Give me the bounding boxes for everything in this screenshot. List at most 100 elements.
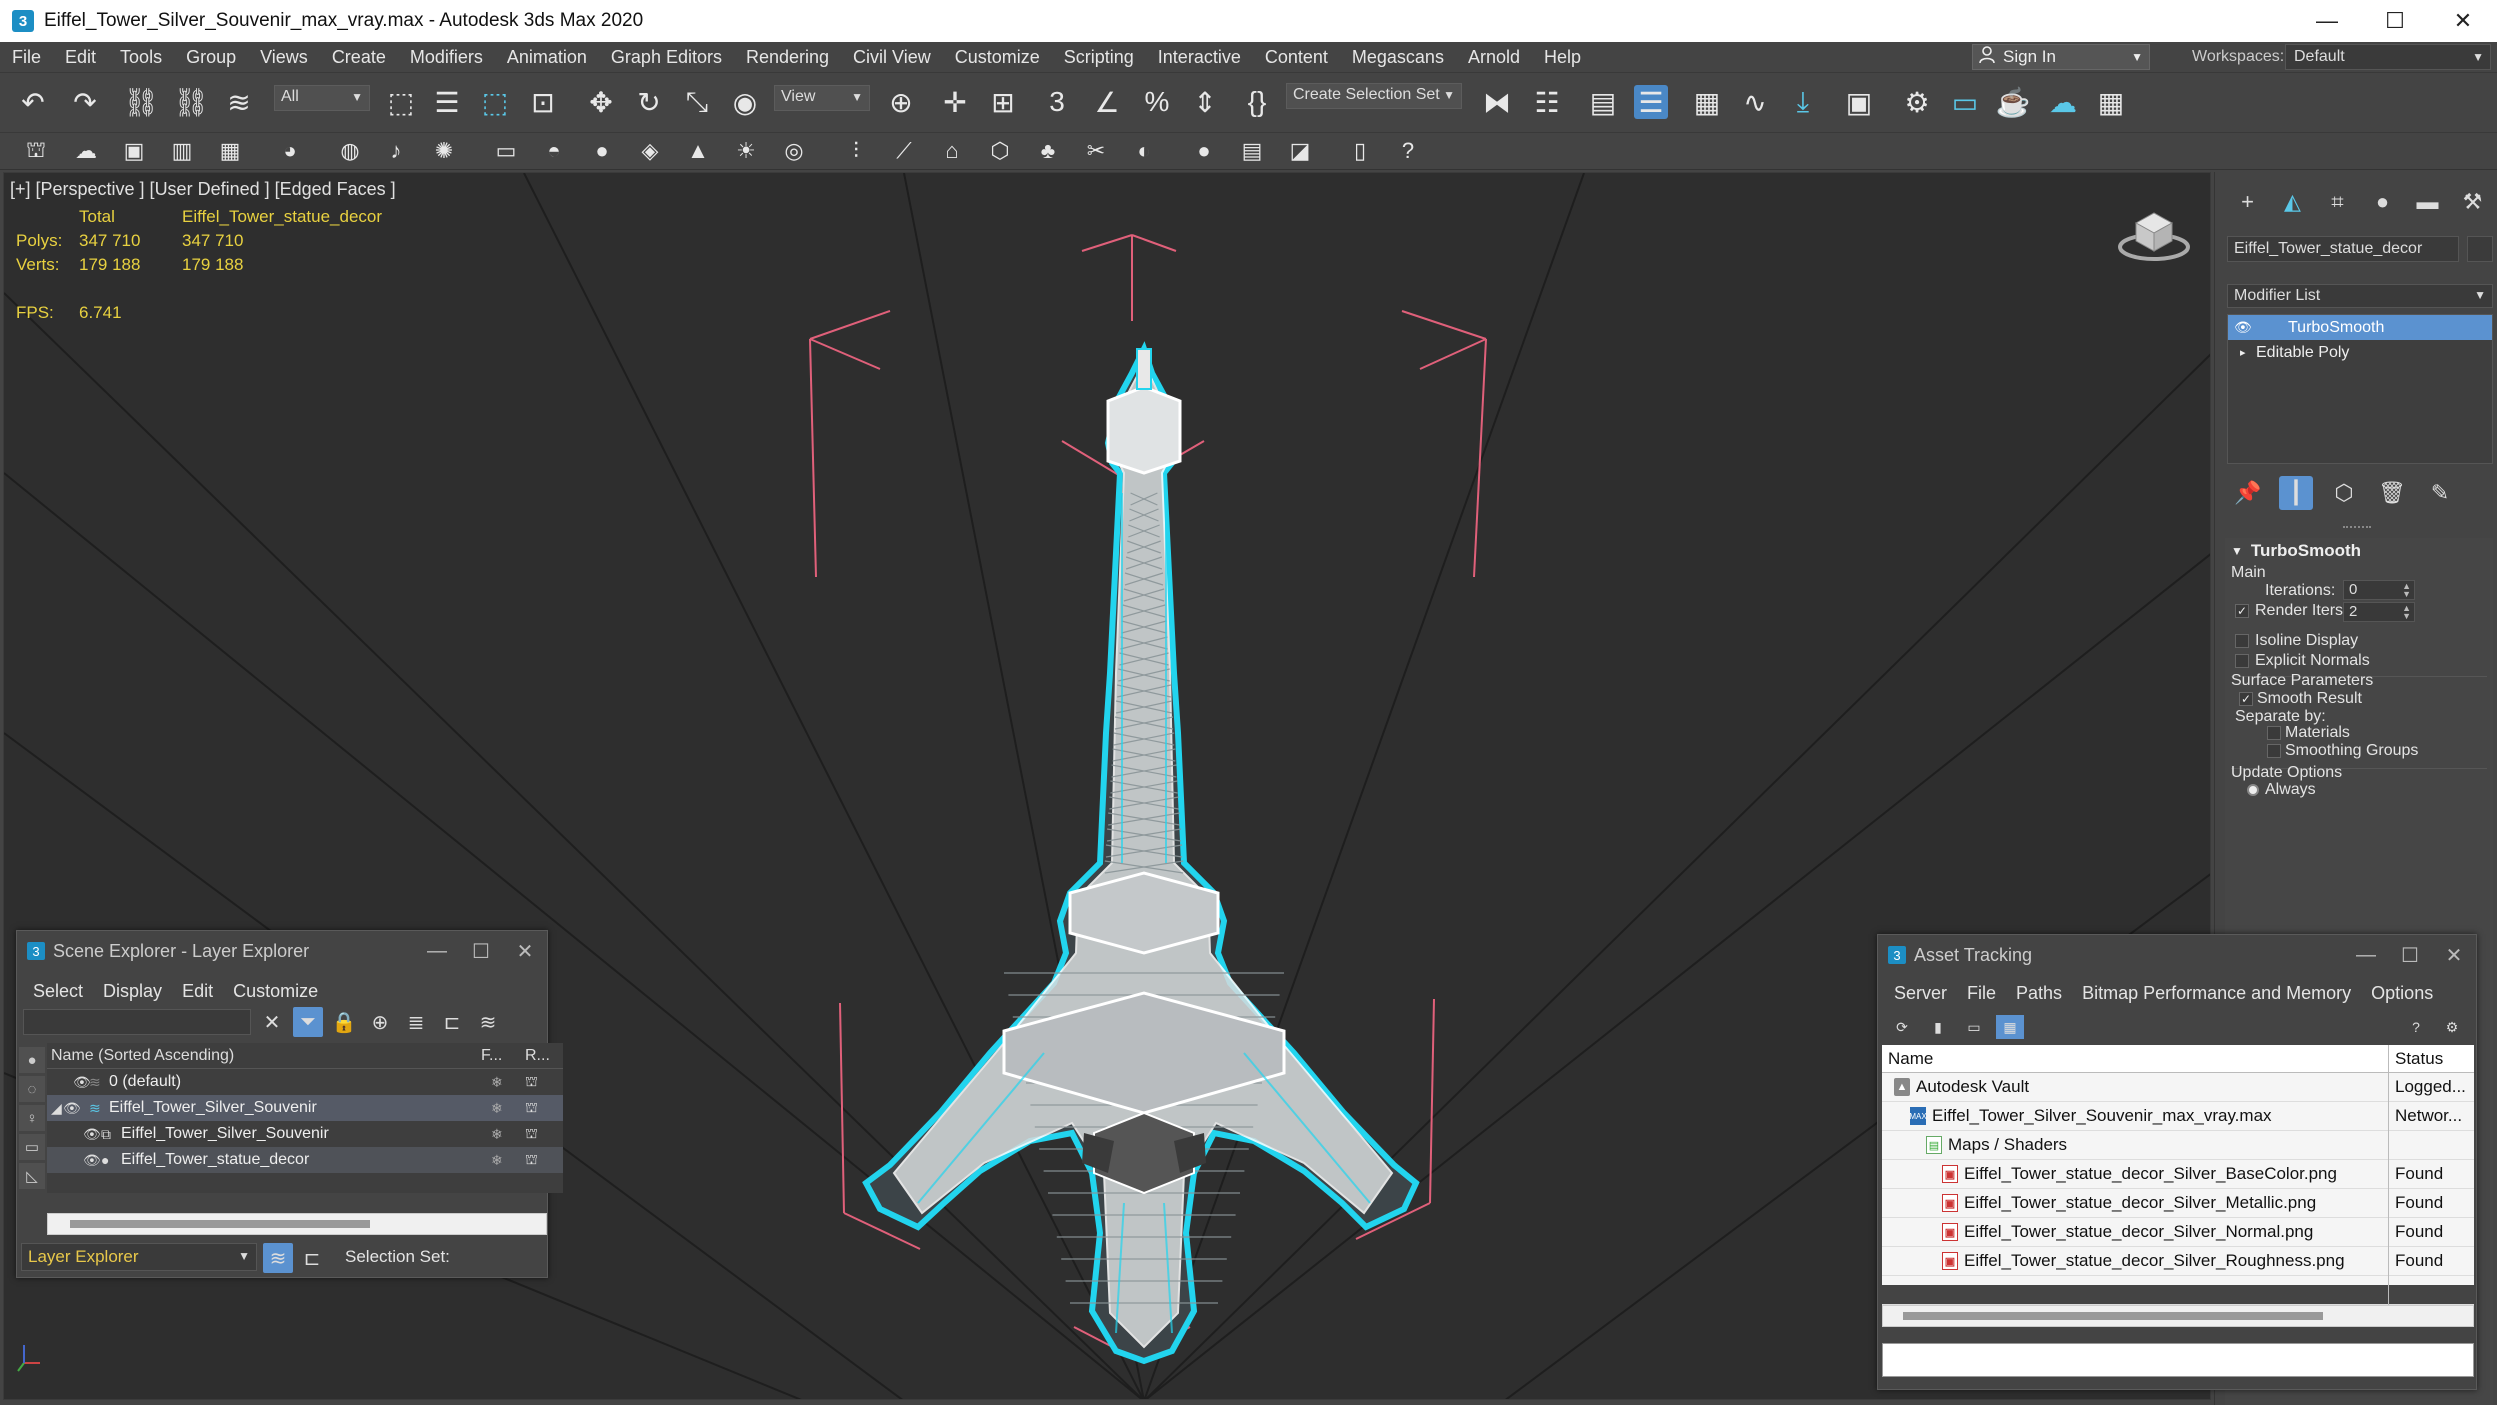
dome-light-icon[interactable]: ◓ [540, 137, 568, 165]
volume-grid-icon[interactable]: ⬡ [986, 137, 1014, 165]
bind-to-space-warp-icon[interactable]: ≋ [222, 85, 256, 119]
scene-explorer-menu-customize[interactable]: Customize [223, 981, 328, 1002]
scene-explorer-search-input[interactable] [23, 1009, 251, 1035]
modifier-list-dropdown[interactable]: Modifier List ▼ [2227, 284, 2493, 308]
select-and-link-icon[interactable]: ⛓ [123, 85, 159, 119]
cloud-icon[interactable]: ☁ [72, 137, 100, 165]
light-icon[interactable]: ◕ [276, 137, 304, 165]
rectangle-light-icon[interactable]: ▭ [492, 137, 520, 165]
render-setup-icon[interactable]: ⚙ [1900, 85, 1934, 119]
tree-row[interactable]: 👁 ≋ 0 (default) ❄ ⛫ [47, 1069, 563, 1095]
panel-splitter[interactable] [2343, 526, 2371, 530]
rectangular-selection-icon[interactable]: ⬚ [478, 85, 512, 119]
menu-arnold[interactable]: Arnold [1456, 47, 1532, 68]
eiffel-tower-model[interactable] [862, 341, 1420, 1365]
vray-decal-icon[interactable]: ◐ [1130, 137, 1158, 165]
close-button[interactable]: ✕ [2432, 935, 2476, 975]
scrollbar-thumb[interactable] [1903, 1312, 2323, 1320]
help-icon[interactable]: ? [1394, 137, 1422, 165]
render-iters-spinner[interactable]: 2 ▲ ▼ [2343, 602, 2415, 622]
hierarchy-icon[interactable]: ⊏ [437, 1007, 467, 1037]
percent-snap-icon[interactable]: % [1140, 85, 1174, 119]
settings-icon[interactable]: ⚙ [2438, 1015, 2466, 1039]
render-column-header[interactable]: R... [525, 1047, 550, 1065]
lister-icon[interactable]: ▯ [1346, 137, 1374, 165]
add-to-layer-icon[interactable]: ≣ [401, 1007, 431, 1037]
scene-explorer-menu-display[interactable]: Display [93, 981, 172, 1002]
undo-icon[interactable]: ↶ [16, 85, 50, 119]
minimize-button[interactable]: — [2293, 0, 2361, 42]
fur-icon[interactable]: ⟋ [890, 137, 918, 165]
display-cameras-icon[interactable]: ▭ [19, 1134, 45, 1160]
help-icon[interactable]: ? [2402, 1015, 2430, 1039]
thumbnail-icon[interactable]: ▭ [1960, 1015, 1988, 1039]
workspaces-dropdown[interactable]: Default ▼ [2285, 44, 2491, 70]
render-teapot-icon[interactable]: ⛫ [525, 1125, 538, 1144]
menu-create[interactable]: Create [320, 47, 398, 68]
pin-stack-icon[interactable]: 📌 [2231, 476, 2265, 510]
menu-views[interactable]: Views [248, 47, 320, 68]
menu-megascans[interactable]: Megascans [1340, 47, 1456, 68]
render-in-cloud-icon[interactable]: ☁ [2046, 85, 2080, 119]
maximize-button[interactable]: ☐ [2361, 0, 2429, 42]
display-shapes-icon[interactable]: ◌ [19, 1076, 45, 1102]
name-column-header[interactable]: Name [1888, 1049, 1933, 1069]
ies-light-icon[interactable]: ▲ [684, 137, 712, 165]
asset-tracking-menu-file[interactable]: File [1957, 983, 2006, 1004]
explicit-normals-checkbox[interactable] [2235, 654, 2249, 668]
expand-arrow-icon[interactable]: ▸ [2240, 346, 2256, 359]
material-ball-icon[interactable]: ● [1190, 137, 1218, 165]
render-production-icon[interactable]: ☕ [1996, 85, 2031, 119]
select-and-manipulate-icon[interactable]: ✛ [938, 85, 972, 119]
freeze-icon[interactable]: ❄ [491, 1152, 503, 1169]
rendered-frame-window-icon[interactable]: ▭ [1948, 85, 1982, 119]
close-button[interactable]: ✕ [503, 931, 547, 971]
maximize-button[interactable]: ☐ [2388, 935, 2432, 975]
asset-row[interactable]: MAX Eiffel_Tower_Silver_Souvenir_max_vray… [1882, 1101, 2474, 1131]
select-object-icon[interactable]: ⬚ [384, 85, 418, 119]
scene-explorer-menu-edit[interactable]: Edit [172, 981, 223, 1002]
asset-tracking-menu-paths[interactable]: Paths [2006, 983, 2072, 1004]
refresh-icon[interactable]: ⟳ [1888, 1015, 1916, 1039]
toggle-layer-explorer-icon[interactable]: ☰ [1634, 85, 1668, 119]
toggle-scene-explorer-icon[interactable]: ▤ [1586, 85, 1620, 119]
asset-tracking-menu-server[interactable]: Server [1884, 983, 1957, 1004]
tree-row[interactable]: 👁 ⧉ Eiffel_Tower_Silver_Souvenir ❄ ⛫ [47, 1121, 563, 1147]
scene-explorer-menu-select[interactable]: Select [23, 981, 93, 1002]
asset-row[interactable]: ▣ Eiffel_Tower_statue_decor_Silver_Metall… [1882, 1188, 2474, 1218]
smoothing-groups-checkbox[interactable] [2267, 744, 2281, 758]
render-teapot-icon[interactable]: ⛫ [525, 1099, 538, 1118]
vray-scene-icon[interactable]: ♣ [1034, 137, 1062, 165]
render-teapot-icon[interactable]: ⛫ [525, 1073, 538, 1092]
sun-light-icon[interactable]: ☀ [732, 137, 760, 165]
teapot-icon[interactable]: ⛫ [22, 137, 50, 165]
menu-animation[interactable]: Animation [495, 47, 599, 68]
smooth-result-checkbox[interactable]: ✓ [2239, 692, 2253, 706]
stack-item-turbosmooth[interactable]: 👁 TurboSmooth [2228, 315, 2492, 340]
horizontal-scrollbar[interactable] [47, 1213, 547, 1235]
display-tab-icon[interactable]: ▬ [2405, 186, 2450, 218]
material-editor-icon[interactable]: ▣ [1842, 85, 1876, 119]
tree-row[interactable]: ◢ 👁 ≋ Eiffel_Tower_Silver_Souvenir ❄ ⛫ [47, 1095, 563, 1121]
name-column-header[interactable]: Name (Sorted Ascending) [51, 1047, 234, 1065]
keyboard-shortcut-override-icon[interactable]: ⊞ [986, 85, 1020, 119]
viewport-label-menu[interactable]: [+] [Perspective ] [User Defined ] [Edge… [10, 179, 396, 200]
vray-clipper-icon[interactable]: ✂ [1082, 137, 1110, 165]
maximize-button[interactable]: ☐ [459, 931, 503, 971]
asset-tracking-menu-bitmap-performance-and-memory[interactable]: Bitmap Performance and Memory [2072, 983, 2361, 1004]
mirror-icon[interactable]: ⧓ [1480, 85, 1514, 119]
select-and-rotate-icon[interactable]: ↻ [632, 85, 666, 119]
display-helpers-icon[interactable]: ◺ [19, 1163, 45, 1189]
menu-scripting[interactable]: Scripting [1052, 47, 1146, 68]
menu-civil-view[interactable]: Civil View [841, 47, 943, 68]
clear-search-icon[interactable]: ✕ [257, 1007, 287, 1037]
asset-row[interactable]: ▣ Eiffel_Tower_statue_decor_Silver_Roughn… [1882, 1246, 2474, 1276]
menu-customize[interactable]: Customize [943, 47, 1052, 68]
named-selection-set-dropdown[interactable]: Create Selection Set ▼ [1286, 83, 1462, 109]
3dsmax-app-icon[interactable]: 3 [12, 10, 34, 32]
sound-icon[interactable]: ♪ [382, 137, 410, 165]
render-region-icon[interactable]: ◪ [1286, 137, 1314, 165]
menu-interactive[interactable]: Interactive [1146, 47, 1253, 68]
unlink-icon[interactable]: ⛓ [173, 85, 209, 119]
selection-filter-dropdown[interactable]: All ▼ [274, 85, 370, 111]
